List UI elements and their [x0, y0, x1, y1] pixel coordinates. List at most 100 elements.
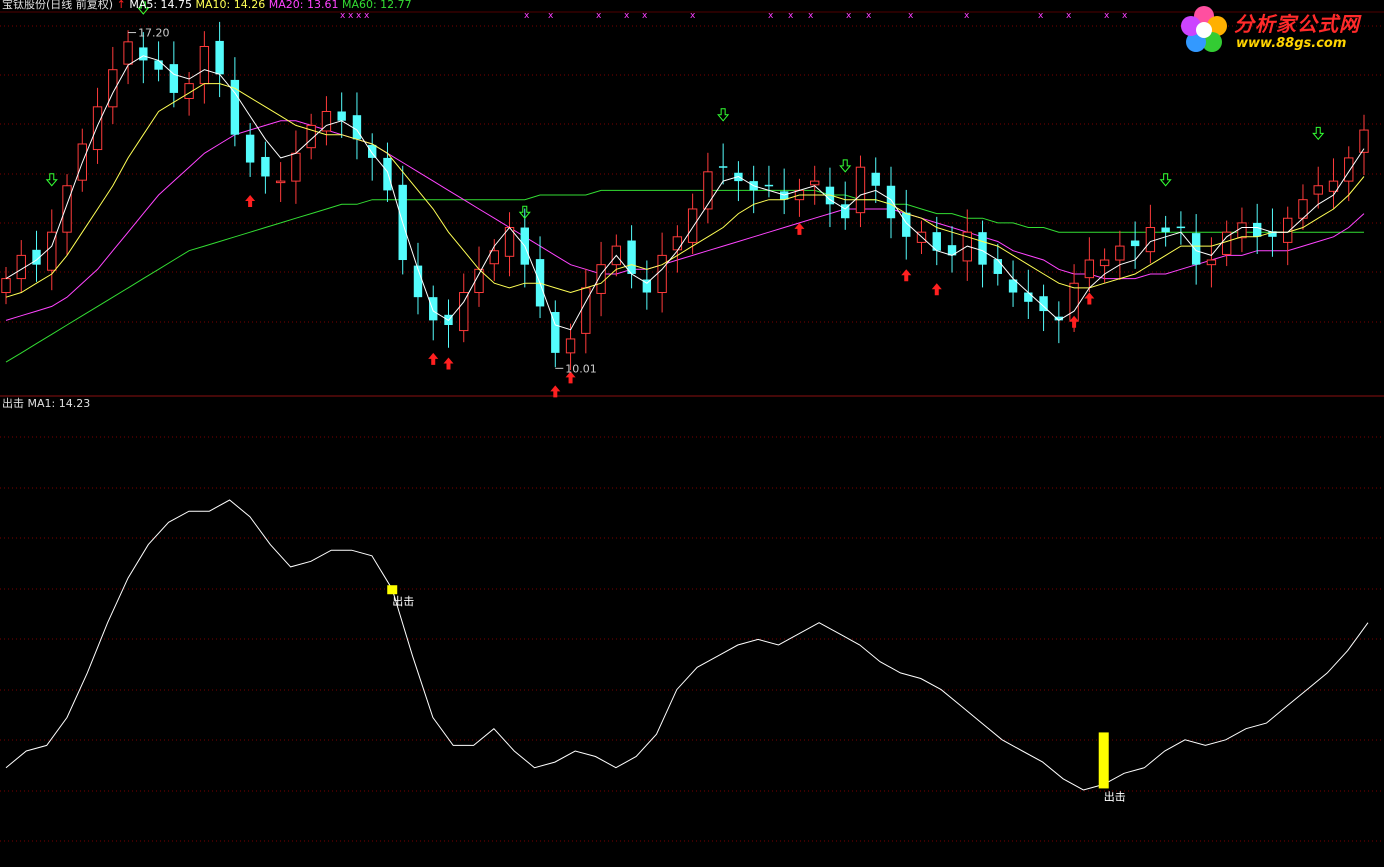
x-marker: x [340, 11, 346, 21]
candle-body [383, 157, 392, 191]
x-marker: x [596, 11, 602, 21]
indicator-line [5, 499, 1369, 791]
candle-body [855, 166, 866, 214]
annotation-label: 10.01 [565, 362, 597, 375]
buy-arrow-icon [794, 222, 805, 235]
ma5-label: MA5: 14.75 [129, 0, 193, 11]
candle-body [1069, 282, 1079, 321]
logo-url: www.88gs.com [1236, 36, 1347, 51]
candle-body [429, 297, 438, 321]
ma20-series [5, 120, 1365, 321]
buy-arrow-icon [901, 269, 912, 282]
candle-body [261, 156, 270, 177]
candle-body [1237, 222, 1247, 239]
flower-logo-icon [1181, 6, 1227, 52]
x-marker: x [356, 11, 362, 21]
x-marker: x [908, 11, 914, 21]
candle-body [1099, 259, 1110, 267]
candle-body [1252, 222, 1262, 237]
candle-body [902, 212, 911, 237]
x-marker: x [788, 11, 794, 21]
buy-arrow-icon [1084, 292, 1095, 305]
candle-body [1283, 217, 1293, 243]
candle-body [199, 45, 210, 85]
price-annotations: 17.20 10.01 [128, 27, 597, 375]
ma60-label: MA60: 12.77 [341, 0, 412, 11]
x-marker: x [1104, 11, 1110, 21]
candle-body [1313, 185, 1323, 195]
candle-body [687, 208, 698, 243]
main-header: 宝钛股份(日线 前复权) ↑ MA5: 14.75 MA10: 14.26 MA… [2, 0, 412, 11]
candle-body [672, 236, 683, 251]
up-arrow-icon: ↑ [116, 0, 126, 11]
x-marker: x [624, 11, 630, 21]
candle-body [169, 64, 179, 93]
x-marker: x [524, 11, 530, 21]
candle-body [1130, 240, 1140, 247]
sell-arrow-icon [45, 173, 58, 187]
candle-body [886, 185, 896, 219]
candle-body [474, 268, 484, 294]
indicator-header: 出击 MA1: 14.23 [2, 398, 90, 410]
candle-body [1115, 245, 1125, 261]
stock-chart: xxxxxxxxxxxxxxxxxxxxx 17.2010.01 出击出击 [0, 1, 1384, 842]
candle-body [489, 250, 499, 265]
sell-arrow-icon [839, 159, 852, 173]
sell-arrow-icon [717, 108, 730, 122]
candle-body [565, 338, 576, 354]
candle-body [657, 254, 667, 294]
candle-body [291, 152, 301, 182]
ma20-line [5, 120, 1365, 321]
x-marker: x [846, 11, 852, 21]
logo-title: 分析家公式网 [1234, 12, 1360, 36]
ma60-line [5, 189, 1364, 363]
buy-arrow-icon [428, 352, 439, 365]
candle-body [764, 184, 774, 187]
candle-body [1206, 259, 1217, 266]
x-marker: x [768, 11, 774, 21]
candle-body [459, 292, 469, 332]
x-marker: x [866, 11, 872, 21]
x-marker: x [690, 11, 696, 21]
indicator-signals: 出击出击 [387, 585, 1126, 803]
candle-body [810, 180, 820, 186]
ma5-line [5, 55, 1365, 331]
candle-body [581, 287, 591, 334]
ma1-series [5, 499, 1369, 791]
annotation-label: 17.20 [138, 27, 170, 40]
candle-body [718, 166, 728, 168]
grid-lines [0, 25, 1384, 842]
candle-body [368, 144, 377, 158]
x-marker: x [348, 11, 354, 21]
x-marker: x [1038, 11, 1044, 21]
candle-body [1024, 292, 1033, 302]
indicator-name: 出击 [2, 397, 24, 410]
candle-body [871, 172, 880, 186]
signal-label: 出击 [1104, 789, 1126, 803]
candle-body [92, 106, 103, 151]
ma5-series [5, 55, 1365, 331]
candle-body [627, 240, 636, 274]
candle-body [978, 232, 987, 265]
candle-body [993, 259, 1002, 274]
candle-body [703, 171, 713, 210]
x-marker: x [642, 11, 648, 21]
candle-body [1344, 157, 1354, 182]
candle-body [1161, 227, 1170, 233]
candle-body [1191, 233, 1201, 265]
candle-body [123, 41, 133, 65]
buy-arrow-icon [443, 357, 454, 370]
signal-bar [1098, 732, 1109, 789]
buy-arrow-icon [931, 283, 942, 296]
candle-body [1, 278, 11, 294]
candle-body [1084, 259, 1095, 279]
candle-body [245, 134, 255, 163]
ma10-label: MA10: 14.26 [195, 0, 266, 11]
candles [1, 21, 1369, 371]
sell-arrow-icon [1312, 126, 1325, 141]
candle-body [62, 185, 72, 233]
x-marker: x [364, 11, 370, 21]
candle-body [1176, 226, 1186, 229]
candle-body [352, 115, 362, 140]
signal-label: 出击 [392, 594, 414, 608]
